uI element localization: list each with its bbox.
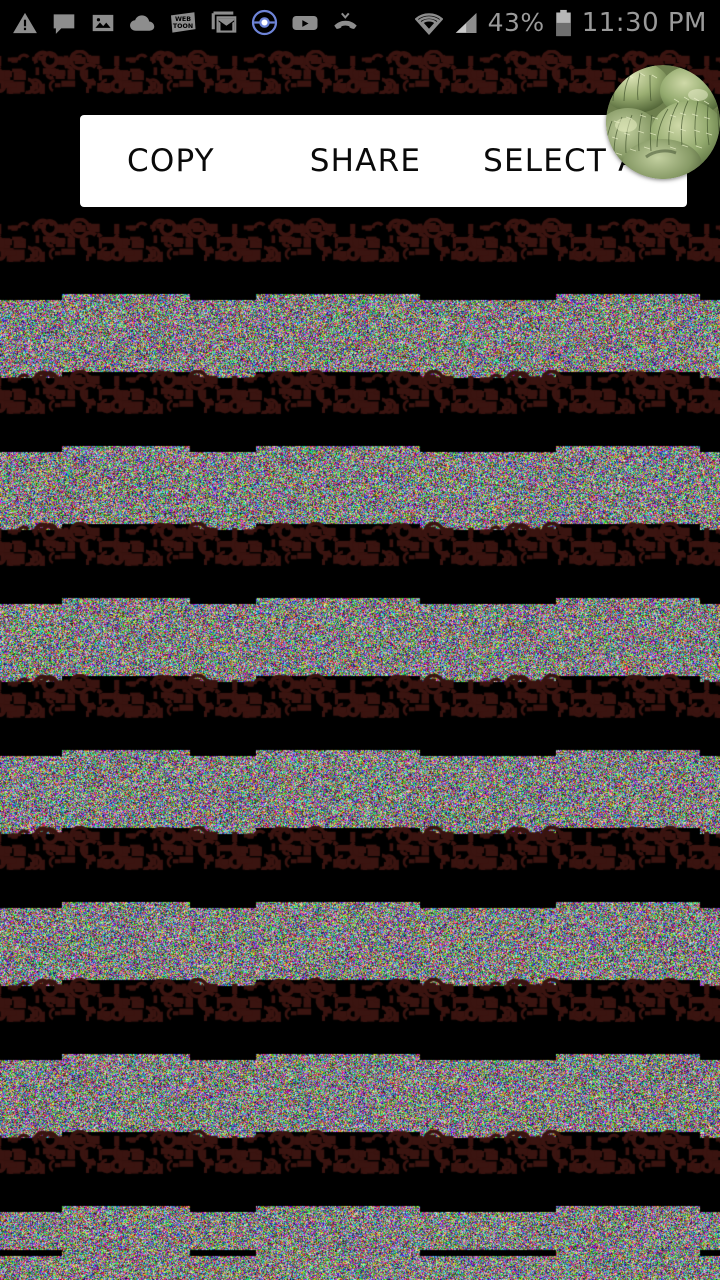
- warning-triangle-icon: [12, 10, 38, 36]
- wifi-icon: [414, 11, 443, 35]
- battery-percent-label: 43%: [487, 8, 545, 37]
- svg-text:TOON: TOON: [173, 23, 193, 30]
- text-selection-menu: COPY SHARE SELECT ALL: [80, 115, 687, 207]
- corrupted-content-area[interactable]: [0, 45, 720, 1280]
- copy-button[interactable]: COPY: [127, 145, 215, 177]
- status-bar-notification-icons: WEB TOON: [0, 0, 359, 45]
- missed-call-icon: [332, 10, 359, 36]
- status-bar: WEB TOON 43% 11:30 PM: [0, 0, 720, 45]
- gmail-icon: [210, 10, 238, 36]
- webtoon-icon: WEB TOON: [169, 10, 197, 36]
- message-bubble-icon: [51, 10, 77, 36]
- photo-image-icon: [90, 10, 116, 36]
- youtube-icon: [291, 10, 319, 36]
- cellular-signal-icon: [452, 11, 479, 35]
- battery-icon: [554, 9, 573, 37]
- pokemon-go-icon: [251, 9, 278, 36]
- clock-label: 11:30 PM: [581, 7, 707, 38]
- cactus-thumbnail[interactable]: [606, 65, 720, 179]
- status-bar-system-icons: 43% 11:30 PM: [414, 0, 720, 45]
- cloud-icon: [129, 10, 156, 36]
- share-button[interactable]: SHARE: [310, 145, 421, 177]
